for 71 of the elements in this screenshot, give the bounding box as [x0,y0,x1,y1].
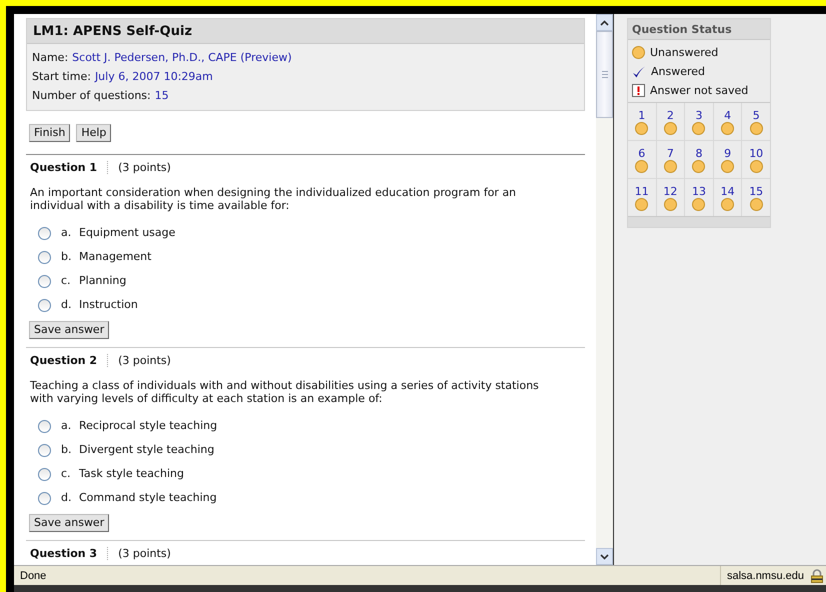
option-text: Command style teaching [79,490,217,504]
quiz-button[interactable]: Help [76,124,112,142]
legend-label: Answer not saved [650,84,748,97]
question-status-link[interactable]: 1 [628,103,656,140]
quiz-title: LM1: APENS Self-Quiz [27,19,584,44]
option-text: Reciprocal style teaching [79,418,218,432]
option-text: Divergent style teaching [79,442,214,456]
save-answer-button[interactable]: Save answer [29,321,110,339]
question-status-link[interactable]: 9 [714,141,742,178]
warning-icon [632,84,645,97]
panel-title: Question Status [628,19,770,40]
radio-button[interactable] [38,444,51,457]
info-value: Scott J. Pedersen, Ph.D., CAPE (Preview) [72,50,292,66]
option-text: Equipment usage [79,226,176,238]
option-text: Instruction [79,298,138,310]
option-text: Management [79,250,152,262]
question-points: (3 points) [117,160,171,174]
lock-icon [810,568,824,582]
scroll-down-icon[interactable] [596,548,613,565]
vertical-scrollbar[interactable] [596,14,614,565]
radio-button[interactable] [38,275,51,288]
radio-button[interactable] [38,227,51,240]
info-value: 15 [154,88,169,104]
question-status-link[interactable]: 11 [628,179,656,216]
option-letter: d. [61,298,72,310]
radio-button[interactable] [38,468,51,481]
radio-button[interactable] [38,299,51,312]
info-value: July 6, 2007 10:29am [94,69,213,85]
scroll-thumb[interactable] [596,31,613,118]
legend-label: Answered [651,65,706,78]
question-heading: Question 1 [30,160,108,174]
legend-label: Unanswered [650,46,718,59]
option-letter: d. [61,490,72,504]
radio-button[interactable] [38,492,51,505]
question-status-link[interactable]: 14 [714,179,742,216]
option-letter: a. [61,418,72,432]
info-label: Number of questions: [32,88,151,104]
status-text: Done [20,570,48,582]
option-letter: c. [61,466,72,480]
question-text: An important consideration when designing the individualized education program for an individual with a disability is time available for: [30,186,518,212]
option-text: Planning [79,274,126,286]
question-status-link[interactable]: 13 [685,179,713,216]
question-status-link[interactable]: 7 [656,141,684,178]
question-status-link[interactable]: 6 [628,141,656,178]
radio-button[interactable] [38,251,51,264]
save-answer-button[interactable]: Save answer [29,514,110,532]
radio-button[interactable] [38,420,51,433]
info-label: Start time: [32,69,91,85]
unanswered-dot-icon [632,46,645,59]
option-text: Task style teaching [79,466,184,480]
option-letter: b. [61,442,72,456]
question-status-link[interactable]: 15 [742,179,770,216]
question-heading: Question 3 [30,546,108,560]
option-letter: a. [61,226,72,238]
question-points: (3 points) [117,546,171,560]
option-letter: c. [61,274,72,286]
check-icon [632,64,646,78]
question-text: Teaching a class of individuals with and without disabilities using a series of activity stations with varying levels of difficulty at each station is an example of: [30,379,540,405]
option-letter: b. [61,250,72,262]
question-status-link[interactable]: 2 [656,103,684,140]
question-heading: Question 2 [30,354,108,366]
question-status-link[interactable]: 8 [685,141,713,178]
scroll-up-icon[interactable] [596,14,613,31]
question-points: (3 points) [117,354,171,366]
question-status-link[interactable]: 5 [742,103,770,140]
quiz-button[interactable]: Finish [29,124,70,142]
question-status-link[interactable]: 4 [714,103,742,140]
info-label: Name: [32,50,68,66]
question-status-link[interactable]: 3 [685,103,713,140]
question-status-link[interactable]: 10 [742,141,770,178]
question-status-link[interactable]: 12 [656,179,684,216]
